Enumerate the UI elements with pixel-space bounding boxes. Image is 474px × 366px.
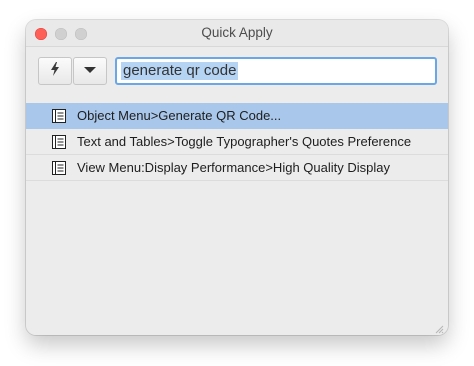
result-row[interactable]: View Menu:Display Performance>High Quali… — [26, 155, 448, 181]
resize-grip-icon[interactable] — [434, 321, 444, 334]
quick-apply-window: Quick Apply generate qr code Object Menu… — [26, 20, 448, 335]
menu-item-icon — [51, 108, 67, 124]
result-label: Object Menu>Generate QR Code... — [77, 108, 282, 123]
result-label: Text and Tables>Toggle Typographer's Quo… — [77, 134, 412, 149]
search-input-value: generate qr code — [121, 62, 239, 80]
result-row[interactable]: Object Menu>Generate QR Code... — [26, 103, 448, 129]
search-input[interactable]: generate qr code — [115, 57, 437, 85]
result-row[interactable]: Text and Tables>Toggle Typographer's Quo… — [26, 129, 448, 155]
triangle-down-icon — [83, 62, 97, 80]
title-bar[interactable]: Quick Apply — [26, 20, 448, 47]
options-dropdown-button[interactable] — [73, 57, 107, 85]
results-list: Object Menu>Generate QR Code... Text and… — [26, 103, 448, 335]
menu-item-icon — [51, 160, 67, 176]
lightning-icon — [49, 61, 61, 82]
menu-item-icon — [51, 134, 67, 150]
window-title: Quick Apply — [201, 25, 273, 40]
toolbar: generate qr code — [26, 47, 448, 103]
result-label: View Menu:Display Performance>High Quali… — [77, 160, 390, 175]
quick-apply-button[interactable] — [38, 57, 72, 85]
